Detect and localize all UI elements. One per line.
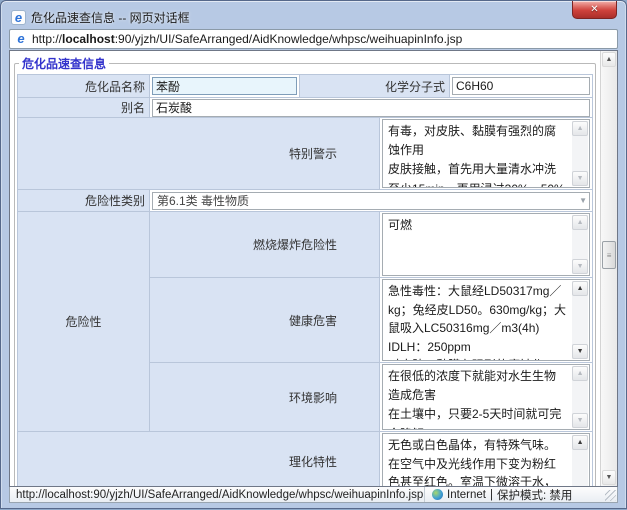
category-cell: 第6.1类 毒性物质 ▼ <box>150 190 592 211</box>
zone-label: Internet <box>447 489 486 501</box>
name-cell <box>150 75 300 97</box>
textarea-scrollbar[interactable]: ▲ ▼ <box>572 121 588 186</box>
formula-input[interactable] <box>452 77 590 95</box>
ie-icon: e <box>14 32 28 47</box>
hazard-group-label: 危险性 <box>18 212 150 431</box>
table-row: 环境影响 在很低的浓度下就能对水生生物造成危害 在土壤中，只要2-5天时间就可完… <box>150 363 592 431</box>
table-row: 燃烧爆炸危险性 可燃 ▲ ▼ <box>150 212 592 278</box>
table-row: 危险性类别 第6.1类 毒性物质 ▼ <box>18 190 592 212</box>
fire-label: 燃烧爆炸危险性 <box>150 212 380 277</box>
formula-label: 化学分子式 <box>300 75 450 97</box>
close-icon: ✕ <box>590 4 598 15</box>
arrow-down-icon: ▼ <box>577 263 584 270</box>
arrow-up-icon: ▲ <box>577 285 584 292</box>
arrow-down-icon: ▼ <box>577 175 584 182</box>
url-text: http://localhost:90/yjzh/UI/SafeArranged… <box>32 32 462 46</box>
scroll-down-button[interactable]: ▼ <box>602 470 616 485</box>
scroll-up-button[interactable]: ▲ <box>572 435 588 450</box>
textarea-scrollbar[interactable]: ▲ ▼ <box>572 215 588 274</box>
arrow-down-icon: ▼ <box>577 417 584 424</box>
chevron-down-icon: ▼ <box>579 196 587 205</box>
status-zone: Internet | 保护模式: 禁用 <box>424 487 572 502</box>
environment-label: 环境影响 <box>150 363 380 431</box>
arrow-down-icon: ▼ <box>577 348 584 355</box>
alias-label: 别名 <box>18 98 150 117</box>
fire-textarea[interactable]: 可燃 ▲ ▼ <box>382 213 590 276</box>
scroll-down-button[interactable]: ▼ <box>572 171 588 186</box>
address-bar: e http://localhost:90/yjzh/UI/SafeArrang… <box>9 29 618 50</box>
warning-cell: 有毒，对皮肤、黏膜有强烈的腐蚀作用 皮肤接触，首先用大量清水冲洗至少15min，… <box>380 118 592 189</box>
table-row: 别名 <box>18 98 592 118</box>
status-url: http://localhost:90/yjzh/UI/SafeArranged… <box>16 489 423 501</box>
page: 危化品速查信息 危化品名称 化学分子式 <box>10 51 600 486</box>
table-row: 特别警示 有毒，对皮肤、黏膜有强烈的腐蚀作用 皮肤接触，首先用大量清水冲洗至少1… <box>18 118 592 190</box>
arrow-down-icon: ▼ <box>606 474 613 481</box>
scroll-down-button[interactable]: ▼ <box>572 413 588 428</box>
warning-textarea[interactable]: 有毒，对皮肤、黏膜有强烈的腐蚀作用 皮肤接触，首先用大量清水冲洗至少15min，… <box>382 119 590 188</box>
environment-cell: 在很低的浓度下就能对水生生物造成危害 在土壤中，只要2-5天时间就可完全降解 2… <box>380 363 592 431</box>
health-cell: 急性毒性：大鼠经LD50317mg／kg；兔经皮LD50。630mg/kg；大鼠… <box>380 278 592 362</box>
formula-cell <box>450 75 592 97</box>
scroll-up-button[interactable]: ▲ <box>572 215 588 230</box>
globe-icon <box>432 489 443 500</box>
scroll-up-button[interactable]: ▲ <box>572 121 588 136</box>
dialog-window: e 危化品速查信息 -- 网页对话框 ✕ e http://localhost:… <box>0 0 627 509</box>
physical-label: 理化特性 <box>18 432 380 486</box>
category-label: 危险性类别 <box>18 190 150 211</box>
health-textarea[interactable]: 急性毒性：大鼠经LD50317mg／kg；兔经皮LD50。630mg/kg；大鼠… <box>382 279 590 361</box>
scroll-down-button[interactable]: ▼ <box>572 259 588 274</box>
window-title: 危化品速查信息 -- 网页对话框 <box>31 9 190 26</box>
health-label: 健康危害 <box>150 278 380 362</box>
scrollbar-thumb[interactable]: ≡ <box>602 241 616 269</box>
physical-textarea[interactable]: 无色或白色晶体，有特殊气味。在空气中及光线作用下变为粉红色甚至红色。室温下微溶于… <box>382 433 590 486</box>
textarea-scrollbar[interactable]: ▲ ▼ <box>572 281 588 359</box>
textarea-scrollbar[interactable]: ▲ ▼ <box>572 435 588 486</box>
close-button[interactable]: ✕ <box>572 1 617 19</box>
physical-cell: 无色或白色晶体，有特殊气味。在空气中及光线作用下变为粉红色甚至红色。室温下微溶于… <box>380 432 592 486</box>
protected-mode-label: 保护模式: 禁用 <box>497 487 572 503</box>
ie-icon: e <box>11 10 26 25</box>
textarea-scrollbar[interactable]: ▲ ▼ <box>572 366 588 428</box>
grip-icon: ≡ <box>607 251 612 260</box>
warning-label: 特别警示 <box>18 118 380 189</box>
scroll-down-button[interactable]: ▼ <box>572 344 588 359</box>
table-row: 理化特性 无色或白色晶体，有特殊气味。在空气中及光线作用下变为粉红色甚至红色。室… <box>18 432 592 486</box>
chemical-name-input[interactable] <box>152 77 297 95</box>
scroll-up-button[interactable]: ▲ <box>572 366 588 381</box>
zone-separator: | <box>490 489 493 501</box>
resize-grip[interactable] <box>605 490 616 501</box>
title-bar[interactable]: e 危化品速查信息 -- 网页对话框 ✕ <box>1 1 626 29</box>
arrow-up-icon: ▲ <box>577 439 584 446</box>
name-label: 危化品名称 <box>18 75 150 97</box>
arrow-up-icon: ▲ <box>577 219 584 226</box>
alias-input[interactable] <box>152 99 590 117</box>
scroll-up-button[interactable]: ▲ <box>572 281 588 296</box>
arrow-up-icon: ▲ <box>577 370 584 377</box>
info-fieldset: 危化品速查信息 危化品名称 化学分子式 <box>14 55 596 486</box>
table-row: 健康危害 急性毒性：大鼠经LD50317mg／kg；兔经皮LD50。630mg/… <box>150 278 592 363</box>
content-area: 危化品速查信息 危化品名称 化学分子式 <box>9 50 618 487</box>
form-legend: 危化品速查信息 <box>19 55 109 72</box>
info-table: 危化品名称 化学分子式 别名 <box>17 74 593 486</box>
environment-textarea[interactable]: 在很低的浓度下就能对水生生物造成危害 在土壤中，只要2-5天时间就可完全降解 2… <box>382 364 590 430</box>
page-scrollbar[interactable]: ▲ ≡ ▼ <box>600 51 617 486</box>
alias-cell <box>150 98 592 117</box>
table-row: 危化品名称 化学分子式 <box>18 75 592 98</box>
url-field[interactable]: e http://localhost:90/yjzh/UI/SafeArrang… <box>9 29 618 49</box>
fire-cell: 可燃 ▲ ▼ <box>380 212 592 277</box>
arrow-up-icon: ▲ <box>606 56 613 63</box>
hazard-group: 危险性 燃烧爆炸危险性 可燃 ▲ ▼ <box>18 212 592 432</box>
scroll-up-button[interactable]: ▲ <box>602 52 616 67</box>
status-bar: http://localhost:90/yjzh/UI/SafeArranged… <box>9 487 618 503</box>
hazard-category-select[interactable]: 第6.1类 毒性物质 ▼ <box>152 192 590 210</box>
arrow-up-icon: ▲ <box>577 125 584 132</box>
